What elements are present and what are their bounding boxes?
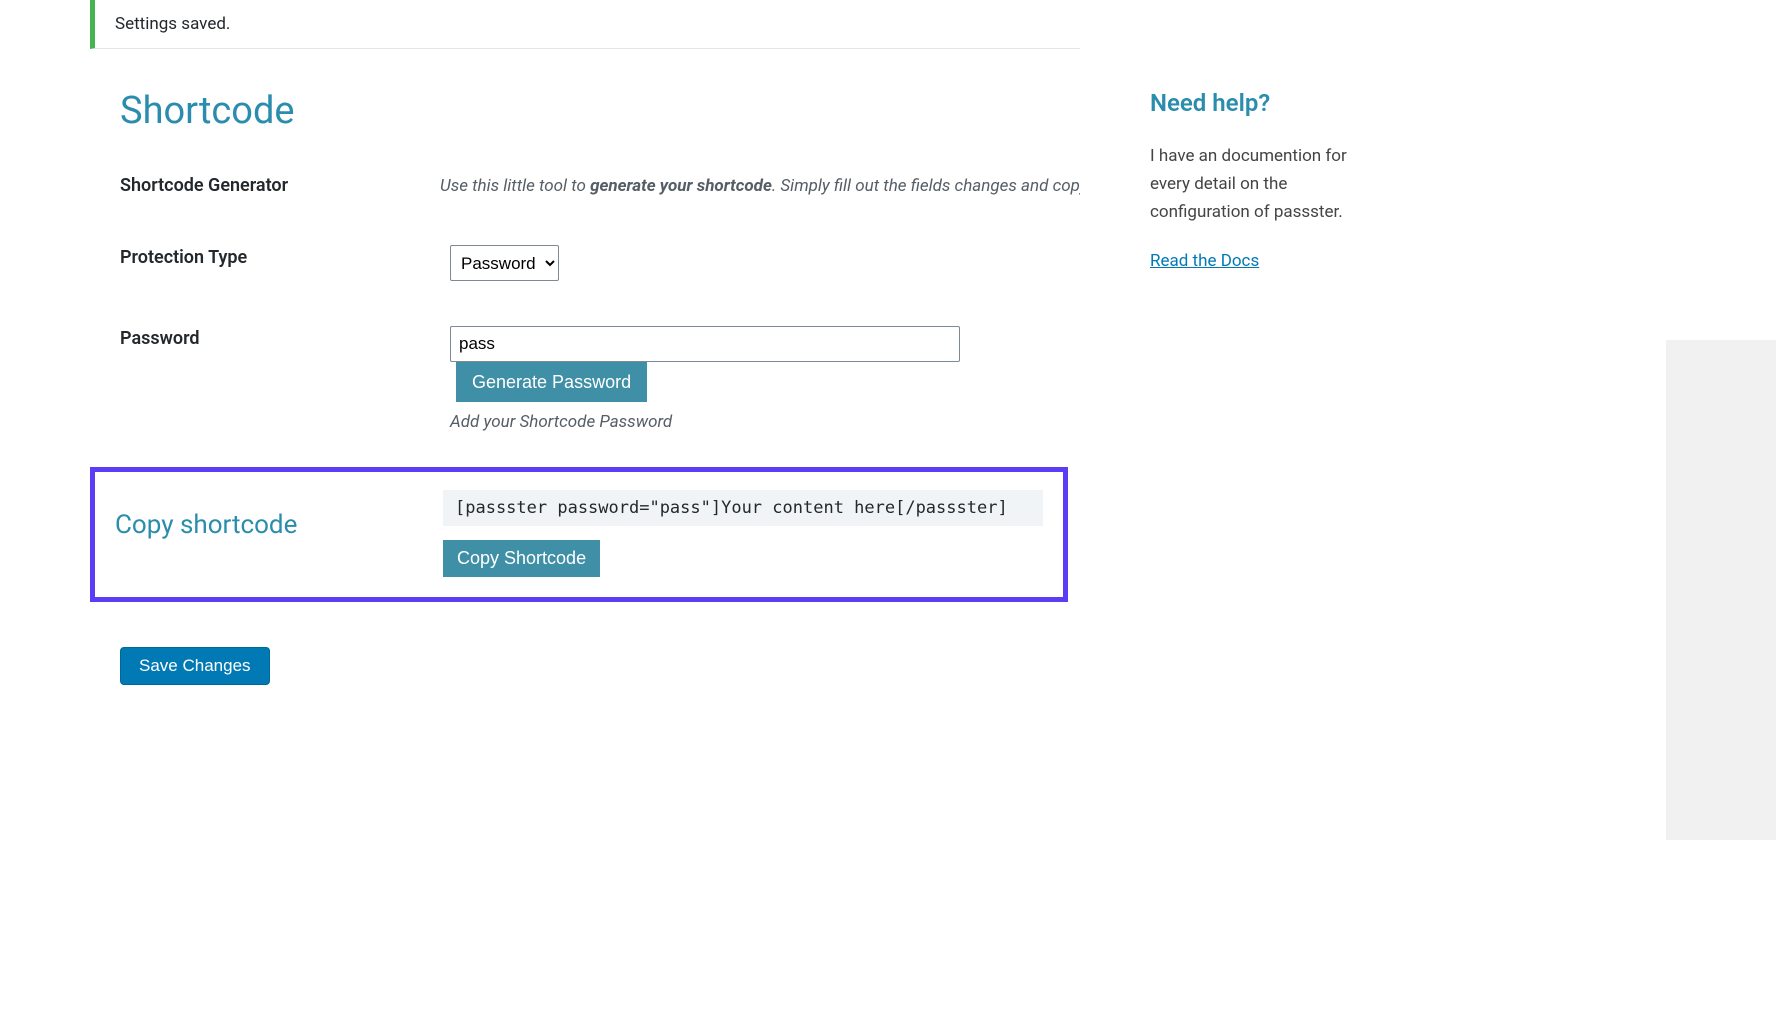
copy-shortcode-label: Copy shortcode [115, 510, 297, 540]
copy-shortcode-button[interactable]: Copy Shortcode [443, 540, 600, 577]
protection-type-select[interactable]: Password [450, 245, 559, 281]
password-hint: Add your Shortcode Password [450, 412, 1080, 432]
settings-saved-notice: Settings saved. [90, 0, 1080, 49]
save-changes-button[interactable]: Save Changes [120, 647, 270, 685]
help-title: Need help? [1150, 89, 1360, 117]
help-text: I have an documention for every detail o… [1150, 142, 1360, 226]
copy-shortcode-box: Copy shortcode [passster password="pass"… [90, 467, 1068, 602]
read-docs-link[interactable]: Read the Docs [1150, 251, 1259, 271]
password-input[interactable] [450, 326, 960, 362]
section-title: Shortcode [120, 89, 1080, 133]
password-label: Password [120, 328, 200, 349]
shortcode-output: [passster password="pass"]Your content h… [443, 490, 1043, 526]
right-sidebar-bg [1666, 340, 1776, 840]
generate-password-button[interactable]: Generate Password [456, 362, 647, 402]
generator-description: Use this little tool to generate your sh… [440, 173, 1080, 200]
notice-text: Settings saved. [115, 14, 230, 34]
shortcode-generator-label: Shortcode Generator [120, 175, 288, 196]
protection-type-label: Protection Type [120, 247, 247, 268]
